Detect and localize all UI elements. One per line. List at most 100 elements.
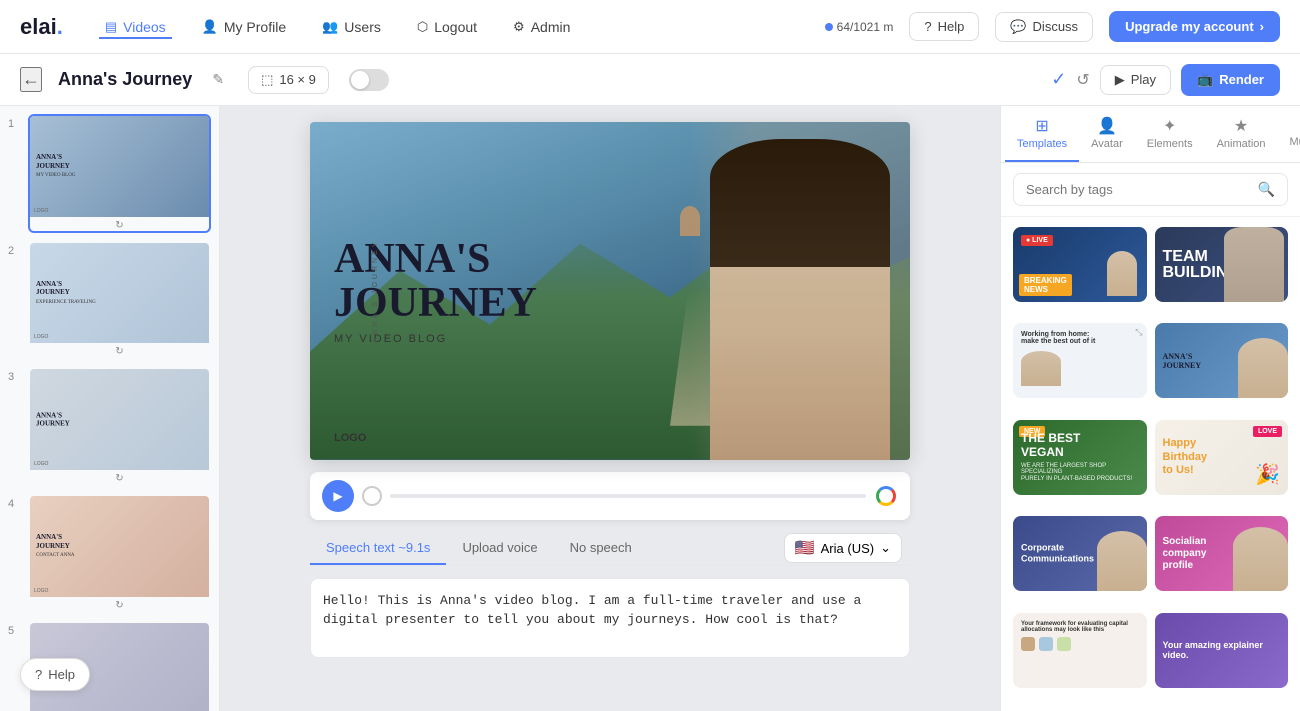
discuss-button[interactable]: 💬 Discuss bbox=[995, 12, 1093, 42]
love-badge: LOVE bbox=[1253, 426, 1282, 437]
animation-icon: ★ bbox=[1234, 116, 1248, 136]
vertical-text: ANNA'S JOURNEY bbox=[372, 239, 379, 342]
help-fab[interactable]: ? Help bbox=[20, 658, 90, 691]
usage-dot bbox=[825, 23, 833, 31]
slide-item[interactable]: 1 ⧉ 🗑 ANNA'SJOURNEYMY VIDEO BLOG LOGO ↻ bbox=[8, 114, 211, 233]
loading-icon: ↻ bbox=[30, 600, 209, 611]
toggle-knob bbox=[351, 71, 369, 89]
speech-tabs: Speech text ~9.1s Upload voice No speech… bbox=[310, 532, 910, 566]
slide-item[interactable]: 4 ANNA'SJOURNEYCONTACT ANNA LOGO ↻ bbox=[8, 494, 211, 613]
flag-icon: 🇺🇸 bbox=[795, 538, 815, 558]
aspect-ratio-button[interactable]: ⬚ 16 × 9 bbox=[248, 66, 329, 94]
toggle[interactable] bbox=[349, 69, 389, 91]
tab-animation[interactable]: ★ Animation bbox=[1205, 106, 1278, 162]
speech-text-wrap: Hello! This is Anna's video blog. I am a… bbox=[310, 578, 910, 711]
template-corporate[interactable]: CorporateCommunications bbox=[1013, 516, 1147, 591]
nav-logout[interactable]: ⬡ Logout bbox=[411, 15, 483, 39]
users-icon: 👥 bbox=[322, 19, 338, 35]
canvas-area: ANNA'S JOURNEY ANNA'S JOURNEY MY VIDEO B… bbox=[220, 106, 1000, 711]
edit-icon[interactable]: ✎ bbox=[212, 71, 224, 88]
slide-item[interactable]: 2 ANNA'SJOURNEYEXPERIENCE TRAVELING LOGO… bbox=[8, 241, 211, 360]
play-icon: ▶ bbox=[1115, 72, 1125, 88]
speech-tab-none[interactable]: No speech bbox=[554, 532, 648, 565]
right-panel: ⊞ Templates 👤 Avatar ✦ Elements ★ Animat… bbox=[1000, 106, 1300, 711]
template-work-home[interactable]: ⤡ Working from home:make the best out of… bbox=[1013, 323, 1147, 398]
person-thumbnail-right bbox=[1224, 227, 1284, 302]
profile-icon: 👤 bbox=[202, 19, 218, 35]
voice-select[interactable]: 🇺🇸 Aria (US) ⌄ bbox=[784, 533, 902, 563]
live-badge: ● LIVE bbox=[1021, 235, 1053, 246]
canvas-person bbox=[690, 122, 910, 460]
nav-videos[interactable]: ▤ Videos bbox=[99, 15, 172, 39]
usage-badge: 64/1021 m bbox=[825, 20, 894, 34]
template-breaking-news[interactable]: ● LIVE BREAKINGNEWS bbox=[1013, 227, 1147, 302]
speech-tab-upload[interactable]: Upload voice bbox=[446, 532, 553, 565]
template-birthday[interactable]: LOVE HappyBirthdayto Us! 🎉 bbox=[1155, 420, 1289, 495]
nav-users[interactable]: 👥 Users bbox=[316, 15, 387, 39]
tab-music[interactable]: ♪ Music bbox=[1278, 106, 1300, 162]
google-icon bbox=[874, 484, 898, 508]
admin-icon: ⚙ bbox=[513, 19, 525, 35]
nav-admin[interactable]: ⚙ Admin bbox=[507, 15, 576, 39]
canvas-wrap[interactable]: ANNA'S JOURNEY ANNA'S JOURNEY MY VIDEO B… bbox=[310, 122, 910, 460]
project-title: Anna's Journey bbox=[58, 69, 192, 90]
templates-icon: ⊞ bbox=[1035, 116, 1048, 136]
nav-profile[interactable]: 👤 My Profile bbox=[196, 15, 292, 39]
tab-templates[interactable]: ⊞ Templates bbox=[1005, 106, 1079, 162]
person-thumbnail-work bbox=[1021, 351, 1061, 386]
search-input[interactable] bbox=[1026, 182, 1250, 197]
tab-avatar[interactable]: 👤 Avatar bbox=[1079, 106, 1135, 162]
template-anna-journey[interactable]: ANNA'SJOURNEY bbox=[1155, 323, 1289, 398]
speech-tab-text[interactable]: Speech text ~9.1s bbox=[310, 532, 446, 565]
corporate-title: CorporateCommunications bbox=[1021, 542, 1094, 565]
chevron-right-icon: › bbox=[1260, 19, 1264, 34]
render-button[interactable]: 📺 Render bbox=[1181, 64, 1280, 96]
videos-icon: ▤ bbox=[105, 19, 117, 35]
main-layout: 1 ⧉ 🗑 ANNA'SJOURNEYMY VIDEO BLOG LOGO ↻ … bbox=[0, 106, 1300, 711]
slide-thumb-1[interactable]: ⧉ 🗑 ANNA'SJOURNEYMY VIDEO BLOG LOGO ↻ bbox=[28, 114, 211, 233]
template-best-vegan[interactable]: NEW THE BESTVEGANWe are the largest shop… bbox=[1013, 420, 1147, 495]
back-button[interactable]: ← bbox=[20, 67, 42, 92]
upgrade-button[interactable]: Upgrade my account › bbox=[1109, 11, 1280, 42]
canvas-subtitle: MY VIDEO BLOG bbox=[334, 333, 537, 345]
slide-thumb-2[interactable]: ANNA'SJOURNEYEXPERIENCE TRAVELING LOGO ↻ bbox=[28, 241, 211, 360]
search-box: 🔍 bbox=[1013, 173, 1288, 206]
canvas-title: ANNA'S JOURNEY bbox=[334, 237, 537, 325]
socialian-title: Socialiancompanyprofile bbox=[1163, 536, 1207, 572]
chevron-down-icon: ⌄ bbox=[880, 540, 891, 556]
render-icon: 📺 bbox=[1197, 72, 1213, 88]
template-explainer[interactable]: Your amazing explainer video. bbox=[1155, 613, 1289, 688]
search-icon: 🔍 bbox=[1258, 181, 1275, 198]
search-wrap: 🔍 bbox=[1001, 163, 1300, 217]
aspect-icon: ⬚ bbox=[261, 72, 273, 88]
avatar-icon: 👤 bbox=[1097, 116, 1117, 136]
secondbar-right: ✓ ↺ ▶ Play 📺 Render bbox=[1051, 64, 1280, 96]
template-socialian[interactable]: Socialiancompanyprofile bbox=[1155, 516, 1289, 591]
vegan-title: THE BESTVEGANWe are the largest shop spe… bbox=[1021, 432, 1147, 482]
secondbar: ← Anna's Journey ✎ ⬚ 16 × 9 ✓ ↺ ▶ Play 📺… bbox=[0, 54, 1300, 106]
person-thumbnail-social bbox=[1233, 527, 1288, 591]
template-team-building[interactable]: TEAMBUILDING bbox=[1155, 227, 1289, 302]
play-circle bbox=[362, 486, 382, 506]
slide-thumb-4[interactable]: ANNA'SJOURNEYCONTACT ANNA LOGO ↻ bbox=[28, 494, 211, 613]
loading-icon: ↻ bbox=[30, 220, 209, 231]
help-circle-icon: ? bbox=[924, 19, 931, 34]
playback-play-button[interactable]: ▶ bbox=[322, 480, 354, 512]
elements-icon: ✦ bbox=[1163, 116, 1176, 136]
discuss-icon: 💬 bbox=[1010, 19, 1026, 35]
loading-icon: ↻ bbox=[30, 473, 209, 484]
play-button[interactable]: ▶ Play bbox=[1100, 65, 1171, 95]
logo: elai. bbox=[20, 14, 63, 40]
speech-textarea[interactable]: Hello! This is Anna's video blog. I am a… bbox=[310, 578, 910, 658]
progress-bar[interactable] bbox=[390, 494, 866, 498]
slide-thumb-3[interactable]: ANNA'SJOURNEY LOGO ↻ bbox=[28, 367, 211, 486]
slide-panel: 1 ⧉ 🗑 ANNA'SJOURNEYMY VIDEO BLOG LOGO ↻ … bbox=[0, 106, 220, 711]
undo-icon[interactable]: ↺ bbox=[1076, 70, 1089, 90]
help-button[interactable]: ? Help bbox=[909, 12, 979, 41]
canvas-background: ANNA'S JOURNEY ANNA'S JOURNEY MY VIDEO B… bbox=[310, 122, 910, 460]
explainer-title: Your amazing explainer video. bbox=[1163, 640, 1281, 660]
slide-item[interactable]: 3 ANNA'SJOURNEY LOGO ↻ bbox=[8, 367, 211, 486]
template-capital[interactable]: Your framework for evaluating capital al… bbox=[1013, 613, 1147, 688]
toggle-wrap bbox=[349, 69, 389, 91]
tab-elements[interactable]: ✦ Elements bbox=[1135, 106, 1205, 162]
